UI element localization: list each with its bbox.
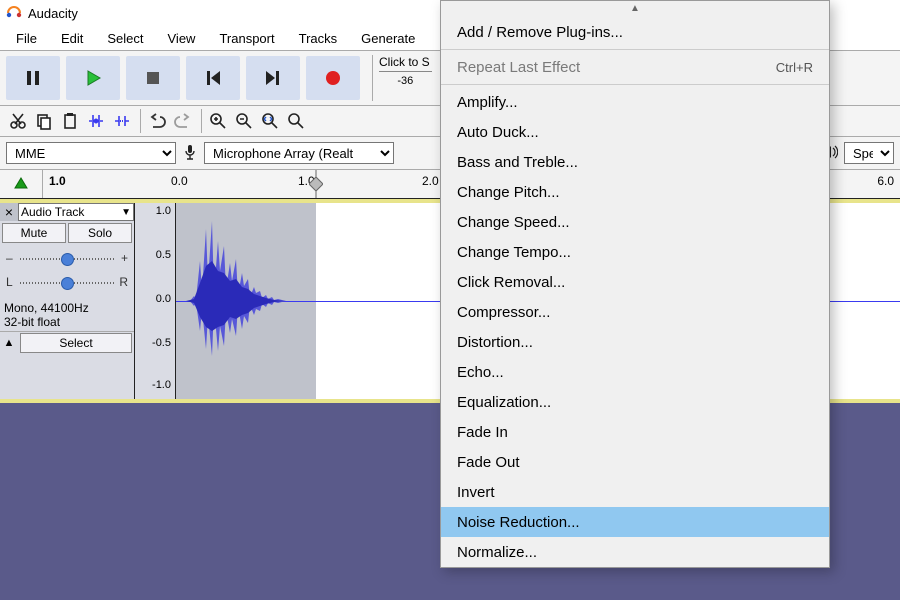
menu-item-fade-out[interactable]: Fade Out [441,447,829,477]
track-menu-button[interactable]: Audio Track ▼ [18,203,134,221]
playhead-icon[interactable] [309,170,323,198]
stop-button[interactable] [126,56,180,100]
app-logo-icon [6,5,22,21]
track-collapse-button[interactable]: ▲ [0,337,18,349]
effects-menu: ▲ Add / Remove Plug-ins... Repeat Last E… [440,0,830,568]
redo-button[interactable] [171,109,195,133]
mute-button[interactable]: Mute [2,223,66,243]
scale-tick: 1.0 [156,205,171,217]
menu-item-change-speed[interactable]: Change Speed... [441,207,829,237]
gain-slider[interactable]: – + [6,247,128,271]
recording-meter[interactable]: Click to S -36 [372,55,432,101]
record-button[interactable] [306,56,360,100]
menu-item-fade-in[interactable]: Fade In [441,417,829,447]
meter-click-label: Click to S [379,55,432,69]
meter-scale-mark: -36 [379,75,432,87]
gain-thumb[interactable] [61,253,74,266]
gain-minus-label: – [6,251,13,265]
menu-item-add-remove-plugins[interactable]: Add / Remove Plug-ins... [441,17,829,47]
trim-button[interactable] [84,109,108,133]
undo-button[interactable] [145,109,169,133]
menu-item-equalization[interactable]: Equalization... [441,387,829,417]
menu-item-change-pitch[interactable]: Change Pitch... [441,177,829,207]
menu-scroll-up[interactable]: ▲ [441,1,829,17]
pan-left-label: L [6,275,13,289]
menu-item-normalize[interactable]: Normalize... [441,537,829,567]
menu-item-distortion[interactable]: Distortion... [441,327,829,357]
track-select-button[interactable]: Select [20,333,132,353]
timeline-tick: 2.0 [422,174,439,188]
gain-plus-label: + [121,251,128,265]
silence-button[interactable] [110,109,134,133]
menu-item-bass-and-treble[interactable]: Bass and Treble... [441,147,829,177]
microphone-icon [180,144,200,163]
track-name-label: Audio Track [21,205,84,219]
scale-tick: -1.0 [152,379,171,391]
solo-button[interactable]: Solo [68,223,132,243]
zoom-in-button[interactable] [206,109,230,133]
menu-file[interactable]: File [4,29,49,48]
track-control-panel: × Audio Track ▼ Mute Solo – + L R [0,203,135,399]
track-close-button[interactable]: × [0,204,18,220]
paste-button[interactable] [58,109,82,133]
track-format-label: Mono, 44100Hz [4,301,130,315]
timeline-tick: 0.0 [171,174,188,188]
play-button[interactable] [66,56,120,100]
menu-item-auto-duck[interactable]: Auto Duck... [441,117,829,147]
menu-item-echo[interactable]: Echo... [441,357,829,387]
pause-button[interactable] [6,56,60,100]
copy-button[interactable] [32,109,56,133]
amplitude-scale: 1.0 0.5 0.0 -0.5 -1.0 [135,203,176,399]
menu-view[interactable]: View [156,29,208,48]
pan-thumb[interactable] [61,277,74,290]
scale-tick: -0.5 [152,337,171,349]
menu-item-click-removal[interactable]: Click Removal... [441,267,829,297]
menu-generate[interactable]: Generate [349,29,427,48]
caret-down-icon: ▼ [121,207,131,218]
pan-slider[interactable]: L R [6,271,128,295]
fit-selection-button[interactable] [258,109,282,133]
app-title: Audacity [28,6,78,21]
menu-item-amplify[interactable]: Amplify... [441,87,829,117]
playback-device-select[interactable]: Speak [844,142,894,164]
track-bitdepth-label: 32-bit float [4,315,130,329]
skip-start-button[interactable] [186,56,240,100]
menu-select[interactable]: Select [95,29,155,48]
timeline-pin-icon[interactable] [0,170,43,198]
cut-button[interactable] [6,109,30,133]
timeline-tick: 1.0 [49,174,66,188]
menu-item-noise-reduction[interactable]: Noise Reduction... [441,507,829,537]
pan-right-label: R [119,275,128,289]
scale-tick: 0.0 [156,293,171,305]
timeline-tick: 6.0 [877,174,894,188]
scale-tick: 0.5 [156,249,171,261]
fit-project-button[interactable] [284,109,308,133]
menu-item-invert[interactable]: Invert [441,477,829,507]
menu-item-repeat-last-effect[interactable]: Repeat Last Effect Ctrl+R [441,52,829,82]
menu-tracks[interactable]: Tracks [287,29,350,48]
menu-edit[interactable]: Edit [49,29,95,48]
audio-host-select[interactable]: MME [6,142,176,164]
recording-device-select[interactable]: Microphone Array (Realt [204,142,394,164]
menu-item-compressor[interactable]: Compressor... [441,297,829,327]
shortcut-label: Ctrl+R [776,60,813,75]
menu-transport[interactable]: Transport [207,29,286,48]
menu-item-change-tempo[interactable]: Change Tempo... [441,237,829,267]
zoom-out-button[interactable] [232,109,256,133]
skip-end-button[interactable] [246,56,300,100]
